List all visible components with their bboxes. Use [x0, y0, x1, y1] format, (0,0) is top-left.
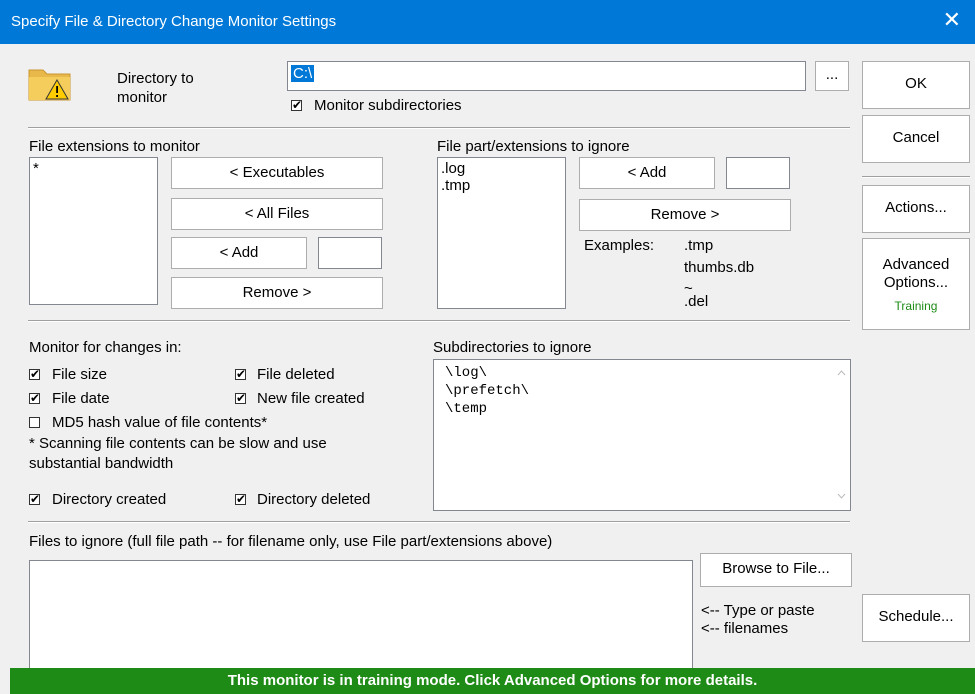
files-ignore-heading: Files to ignore (full file path -- for f… [29, 533, 553, 550]
md5-note: * Scanning file contents can be slow and… [29, 435, 327, 452]
extensions-add-button[interactable]: < Add [171, 237, 307, 269]
file-size-checkbox[interactable]: ✔ [29, 368, 40, 380]
monitor-subdirectories-label: Monitor subdirectories [314, 97, 462, 114]
subdirs-ignore-heading: Subdirectories to ignore [433, 339, 592, 356]
directory-label-line2: monitor [117, 89, 168, 106]
ok-button[interactable]: OK [862, 61, 970, 109]
training-label: Training [894, 299, 938, 313]
file-deleted-checkbox[interactable]: ✔ [235, 368, 246, 380]
example-item: .del [684, 293, 709, 310]
directory-created-checkbox[interactable]: ✔ [29, 493, 40, 505]
directory-value: C:\ [291, 65, 315, 82]
actions-button[interactable]: Actions... [862, 185, 970, 233]
title-bar: Specify File & Directory Change Monitor … [0, 0, 975, 44]
close-icon[interactable]: ✕ [943, 7, 961, 33]
list-item[interactable]: .tmp [441, 177, 562, 194]
all-files-button[interactable]: < All Files [171, 198, 383, 230]
list-item: \prefetch\ [445, 383, 530, 399]
files-ignore-hint: <-- Type or paste [701, 602, 815, 619]
extensions-list[interactable]: * [29, 157, 158, 305]
right-divider [862, 176, 970, 178]
monitor-subdirectories-checkbox[interactable]: ✔ [291, 99, 302, 111]
files-ignore-textarea[interactable] [29, 560, 693, 670]
extensions-remove-button[interactable]: Remove > [171, 277, 383, 309]
browse-directory-button[interactable]: ... [815, 61, 849, 91]
directory-input[interactable]: C:\ [287, 61, 806, 91]
monitor-changes-heading: Monitor for changes in: [29, 339, 182, 356]
new-file-created-checkbox[interactable]: ✔ [235, 392, 246, 404]
example-item: thumbs.db [684, 259, 755, 276]
subdirs-scrollbar[interactable] [833, 360, 850, 510]
ignore-ext-add-input[interactable] [726, 157, 790, 189]
list-item[interactable]: .log [441, 160, 562, 177]
directory-label: Directory to [117, 70, 194, 87]
lower-divider [28, 521, 850, 523]
ignore-ext-heading: File part/extensions to ignore [437, 138, 630, 155]
file-date-label: File date [52, 390, 110, 407]
list-item[interactable]: * [33, 160, 154, 177]
directory-created-label: Directory created [52, 491, 167, 508]
top-divider [28, 127, 850, 129]
folder-warning-icon [28, 64, 72, 102]
md5-label: MD5 hash value of file contents* [52, 414, 268, 431]
extensions-heading: File extensions to monitor [29, 138, 200, 155]
example-item: .tmp [684, 237, 714, 254]
files-ignore-hint-line2: <-- filenames [701, 620, 789, 637]
md5-note-line2: substantial bandwidth [29, 455, 174, 472]
ignore-ext-list[interactable]: .log .tmp [437, 157, 566, 309]
file-size-label: File size [52, 366, 108, 383]
md5-checkbox[interactable] [29, 417, 40, 428]
middle-divider [28, 320, 850, 322]
file-deleted-label: File deleted [257, 366, 335, 383]
file-date-checkbox[interactable]: ✔ [29, 392, 40, 404]
executables-button[interactable]: < Executables [171, 157, 383, 189]
subdirs-ignore-textarea[interactable]: \log\ \prefetch\ \temp [433, 359, 851, 511]
training-status-bar: This monitor is in training mode. Click … [10, 668, 975, 694]
examples-label: Examples: [584, 237, 655, 254]
new-file-created-label: New file created [257, 390, 365, 407]
directory-deleted-label: Directory deleted [257, 491, 371, 508]
schedule-button[interactable]: Schedule... [862, 594, 970, 642]
list-item: \temp [445, 401, 488, 417]
extensions-add-input[interactable] [318, 237, 382, 269]
directory-deleted-checkbox[interactable]: ✔ [235, 493, 246, 505]
window-title: Specify File & Directory Change Monitor … [11, 13, 337, 30]
list-item: \log\ [445, 365, 488, 381]
browse-to-file-button[interactable]: Browse to File... [700, 553, 852, 587]
ignore-ext-add-button[interactable]: < Add [579, 157, 715, 189]
advanced-options-button[interactable]: Advanced Options... Training [862, 238, 970, 330]
cancel-button[interactable]: Cancel [862, 115, 970, 163]
ignore-ext-remove-button[interactable]: Remove > [579, 199, 791, 231]
